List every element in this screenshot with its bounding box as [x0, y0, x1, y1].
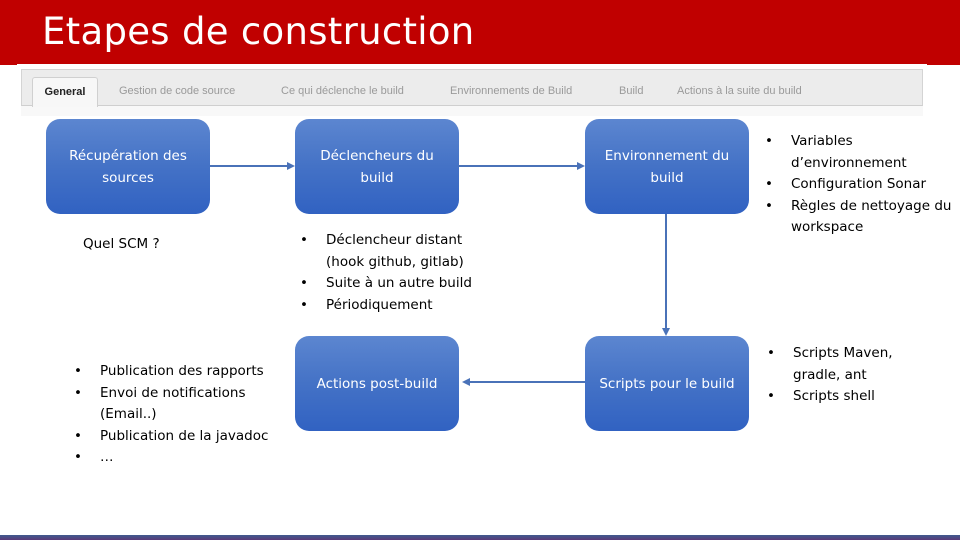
scm-note: Quel SCM ?	[83, 236, 160, 252]
tab-strip-underlay	[21, 106, 923, 116]
arrow-environment-to-scripts	[665, 214, 667, 328]
arrowhead-left	[462, 378, 470, 386]
bullet-item: • Scripts shell	[767, 388, 875, 404]
arrowhead-down	[662, 328, 670, 336]
step-box-post-build: Actions post-build	[295, 336, 459, 431]
arrowhead-right	[287, 162, 295, 170]
arrow-scripts-to-post-build	[470, 381, 585, 383]
arrowhead-right	[577, 162, 585, 170]
bullet-item: • Publication de la javadoc	[74, 427, 269, 444]
environment-bullets: • Variables d’environnement • Configuratio…	[765, 131, 955, 239]
bullet-item: • Publication des rapports	[74, 363, 264, 379]
tab-post-build-actions[interactable]: Actions à la suite du build	[677, 84, 802, 98]
slide-title: Etapes de construction	[42, 10, 475, 53]
step-label: Récupération des sources	[69, 147, 187, 186]
bullet-item: • Envoi de notifications (Email..)	[74, 384, 246, 423]
tab-general[interactable]: General	[32, 77, 98, 107]
step-label: Actions post-build	[316, 375, 438, 392]
tab-build-triggers[interactable]: Ce qui déclenche le build	[281, 84, 404, 98]
tab-source-code-management[interactable]: Gestion de code source	[119, 84, 235, 98]
footer-rule	[0, 535, 960, 540]
arrow-triggers-to-environment	[458, 165, 578, 167]
step-label: Scripts pour le build	[599, 375, 735, 392]
step-box-triggers: Déclencheurs du build	[295, 119, 459, 214]
step-label: Déclencheurs du build	[320, 147, 434, 186]
bullet-item: • Scripts Maven, gradle, ant	[767, 345, 893, 383]
bullet-item: • Déclencheur distant (hook github, gitla…	[300, 232, 464, 270]
triggers-bullets: • Déclencheur distant (hook github, gitla…	[300, 230, 500, 316]
arrow-scm-to-triggers	[210, 165, 288, 167]
bullet-item: • Périodiquement	[300, 296, 433, 313]
step-box-environment: Environnement du build	[585, 119, 749, 214]
bullet-item: •…	[74, 449, 114, 465]
tab-build[interactable]: Build	[619, 84, 643, 98]
bullet-item: • Suite à un autre build	[300, 275, 472, 291]
bullet-item: • Règles de nettoyage du workspace	[765, 197, 952, 236]
step-box-scripts: Scripts pour le build	[585, 336, 749, 431]
step-box-scm: Récupération des sources	[46, 119, 210, 214]
scripts-bullets: • Scripts Maven, gradle, ant • Scripts she…	[767, 343, 942, 408]
step-label: Environnement du build	[604, 147, 730, 186]
tab-build-environment[interactable]: Environnements de Build	[450, 84, 572, 98]
bullet-item: • Variables d’environnement	[765, 133, 907, 171]
bullet-item: • Configuration Sonar	[765, 176, 927, 192]
post-build-bullets: • Publication des rapports • Envoi de noti…	[74, 361, 274, 469]
